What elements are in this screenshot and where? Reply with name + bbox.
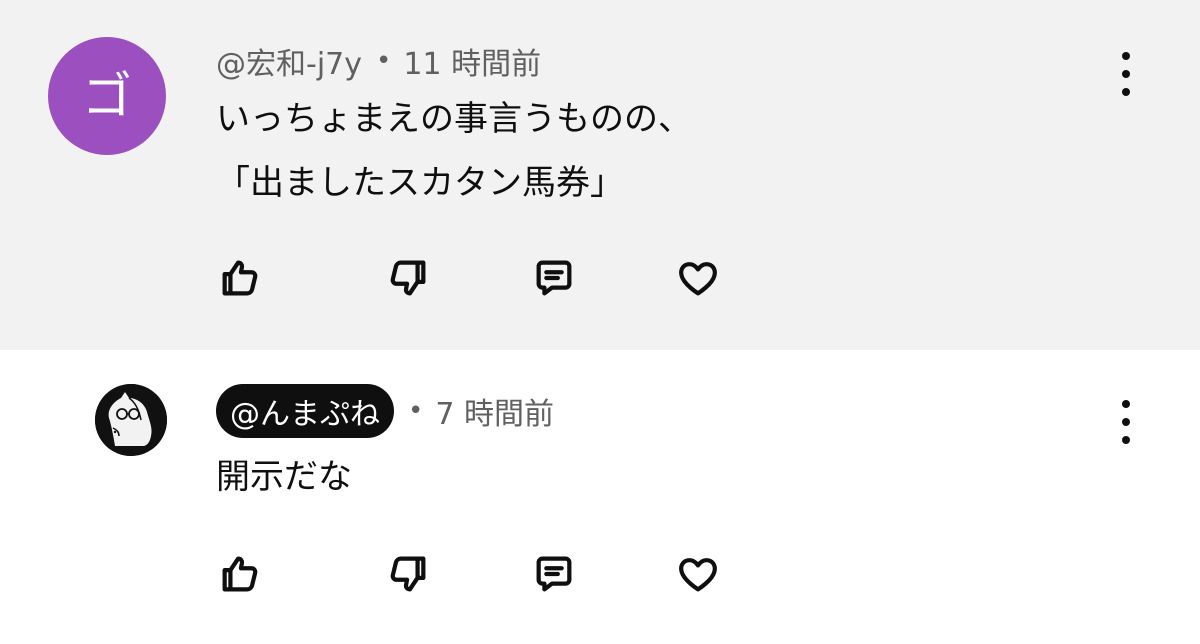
comment-meta: @んまぷね • 7 時間前 xyxy=(216,384,554,438)
more-options-button[interactable] xyxy=(1112,52,1140,96)
separator: • xyxy=(408,396,424,426)
more-dot xyxy=(1122,52,1130,60)
more-dot xyxy=(1122,436,1130,444)
avatar[interactable]: ゴ xyxy=(48,37,166,155)
author-name[interactable]: @んまぷね xyxy=(216,384,394,438)
comment-meta: @宏和-j7y • 11 時間前 xyxy=(216,38,541,84)
reply-icon xyxy=(536,260,572,296)
more-dot xyxy=(1122,400,1130,408)
like-button[interactable] xyxy=(214,548,266,600)
heart-button[interactable] xyxy=(672,252,724,304)
comment-actions xyxy=(210,548,750,600)
thumbs-up-icon xyxy=(222,556,258,592)
comment-1: ゴ @宏和-j7y • 11 時間前 いっちょまえの事言うものの、 「出ましたス… xyxy=(0,0,1200,350)
comment-2: @んまぷね • 7 時間前 開示だな xyxy=(0,350,1200,644)
heart-icon xyxy=(679,262,717,296)
more-dot xyxy=(1122,70,1130,78)
thumbs-down-icon xyxy=(390,260,426,296)
comment-actions xyxy=(210,252,750,304)
thumbs-up-icon xyxy=(222,260,258,296)
comment-text-line-1: いっちょまえの事言うものの、 xyxy=(216,99,692,139)
thumbs-down-icon xyxy=(390,556,426,592)
separator: • xyxy=(376,46,392,76)
dislike-button[interactable] xyxy=(382,252,434,304)
dislike-button[interactable] xyxy=(382,548,434,600)
avatar-letter: ゴ xyxy=(82,67,132,125)
horse-with-glasses-icon xyxy=(95,384,167,456)
timestamp: 7 時間前 xyxy=(435,397,554,432)
comment-text-line-1: 開示だな xyxy=(216,457,352,497)
heart-button[interactable] xyxy=(672,548,724,600)
reply-button[interactable] xyxy=(528,252,580,304)
reply-icon xyxy=(536,556,572,592)
more-options-button[interactable] xyxy=(1112,400,1140,444)
heart-icon xyxy=(679,558,717,592)
comment-text-line-2: 「出ましたスカタン馬券」 xyxy=(216,163,624,203)
more-dot xyxy=(1122,88,1130,96)
author-name[interactable]: @宏和-j7y xyxy=(216,39,362,83)
avatar[interactable] xyxy=(95,384,167,456)
like-button[interactable] xyxy=(214,252,266,304)
reply-button[interactable] xyxy=(528,548,580,600)
more-dot xyxy=(1122,418,1130,426)
timestamp: 11 時間前 xyxy=(403,47,542,82)
